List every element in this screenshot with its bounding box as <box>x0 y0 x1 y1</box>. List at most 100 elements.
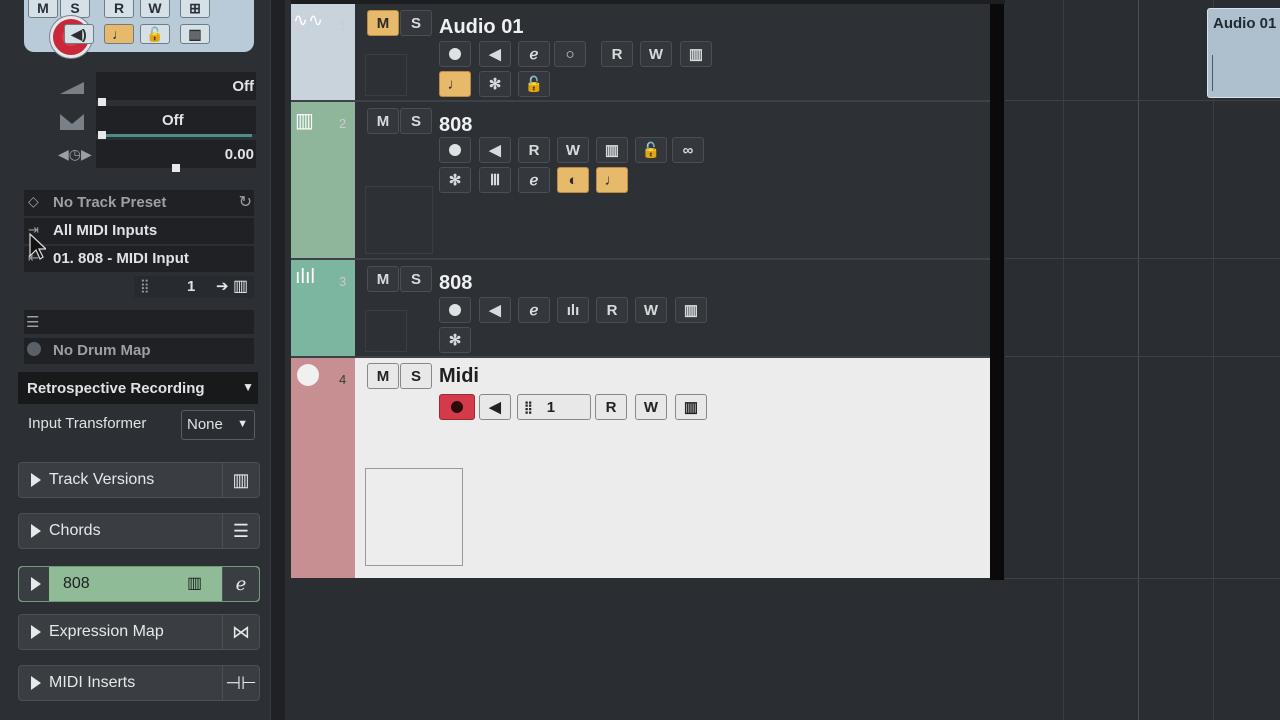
expand-triangle-icon[interactable] <box>31 676 41 690</box>
pan-slider-handle[interactable] <box>98 131 106 139</box>
edit-icon[interactable]: ℯ <box>518 297 550 323</box>
circle-icon[interactable]: ○ <box>554 41 586 67</box>
solo-button[interactable]: S <box>400 266 432 292</box>
record-enable-button[interactable] <box>439 297 471 323</box>
drum-map-field[interactable]: No Drum Map <box>24 338 254 364</box>
instrument-icon[interactable]: ▥ <box>187 573 202 593</box>
midi-inserts-icon[interactable]: ⊣⊢ <box>222 666 259 700</box>
edit-icon[interactable]: ℯ <box>518 41 550 67</box>
read-automation-button[interactable]: R <box>104 0 134 18</box>
monitor-icon[interactable]: ◀ <box>479 41 511 67</box>
record-enable-button[interactable] <box>439 137 471 163</box>
audio-event-clip[interactable]: Audio 01 <box>1207 8 1280 98</box>
freeze-icon[interactable]: ✻ <box>439 167 471 193</box>
lane-icon[interactable]: ▥ <box>675 394 707 420</box>
monitor-icon[interactable]: ◀ <box>479 394 511 420</box>
write-automation-button[interactable]: W <box>640 41 672 67</box>
instrument-icon[interactable]: ▥ <box>233 276 248 296</box>
midi-channel-selector[interactable]: ⣿ 1 <box>517 394 591 420</box>
refresh-icon[interactable]: ↻ <box>239 192 252 212</box>
timebase-note-icon[interactable]: ♩ <box>596 167 628 193</box>
write-automation-button[interactable]: W <box>635 394 667 420</box>
instrument-icon[interactable]: Ⅲ <box>479 167 511 193</box>
track-row-midi[interactable]: 4 M S Midi ◀ ⣿ 1 R W ▥ <box>291 358 1003 578</box>
mute-button[interactable]: M <box>367 108 399 134</box>
section-expression-map[interactable]: Expression Map ⋈ <box>18 614 260 650</box>
output-routing-field[interactable]: ⇤ 01. 808 - MIDI Input <box>24 246 254 272</box>
empty-track-area[interactable] <box>291 580 1005 720</box>
section-track-versions[interactable]: Track Versions ▥ <box>18 462 260 498</box>
solo-button[interactable]: S <box>400 363 432 389</box>
section-midi-inserts[interactable]: MIDI Inserts ⊣⊢ <box>18 665 260 701</box>
solo-button[interactable]: S <box>400 108 432 134</box>
track-preset-field[interactable]: ◇ No Track Preset ↻ <box>24 190 254 216</box>
lock-icon[interactable]: 🔓 <box>518 71 550 97</box>
section-808[interactable]: 808 ▥ ℯ <box>18 566 260 602</box>
edit-instrument-icon[interactable]: ℯ <box>222 567 259 601</box>
event-display[interactable]: Audio 01 <box>1005 0 1280 720</box>
volume-field[interactable]: Off <box>96 72 256 100</box>
monitor-icon[interactable]: ◀ <box>479 137 511 163</box>
write-automation-button[interactable]: W <box>635 297 667 323</box>
track-list-divider[interactable] <box>990 0 1004 580</box>
inspector-divider[interactable] <box>270 0 285 720</box>
instrument-edit-icon[interactable]: ◐ <box>557 167 589 193</box>
track-color-strip[interactable]: ∿∿ 1 <box>291 4 355 100</box>
timebase-note-icon[interactable]: ♩ <box>104 24 134 44</box>
track-name[interactable]: Audio 01 <box>439 16 523 39</box>
lock-icon[interactable]: 🔓 <box>140 24 170 44</box>
track-row-audio[interactable]: ∿∿ 1 M S Audio 01 ◀ ℯ ○ R W ▥ ♩ ✻ 🔓 <box>291 4 1003 102</box>
read-automation-button[interactable]: R <box>518 137 550 163</box>
section-chords[interactable]: Chords ☰ <box>18 513 260 549</box>
solo-button[interactable]: S <box>400 10 432 36</box>
track-name[interactable]: Midi <box>439 365 479 388</box>
timebase-note-icon[interactable]: ♩ <box>439 71 471 97</box>
edit-icon[interactable]: ℯ <box>518 167 550 193</box>
delay-slider-handle[interactable] <box>172 164 180 172</box>
read-automation-button[interactable]: R <box>595 394 627 420</box>
mute-button[interactable]: M <box>28 0 58 18</box>
record-enable-button[interactable] <box>439 394 475 420</box>
mute-button[interactable]: M <box>367 363 399 389</box>
input-routing-field[interactable]: ⇥ All MIDI Inputs <box>24 218 254 244</box>
expand-triangle-icon[interactable] <box>31 473 41 487</box>
lane-icon[interactable]: ▥ <box>680 41 712 67</box>
track-row-808-instrument[interactable]: ▥ 2 M S 808 ◀ R W ▥ 🔓 ∞ ✻ Ⅲ ℯ ◐ ♩ <box>291 102 1003 260</box>
chords-icon[interactable]: ☰ <box>222 514 259 548</box>
read-automation-button[interactable]: R <box>596 297 628 323</box>
write-automation-button[interactable]: W <box>140 0 170 18</box>
freeze-icon[interactable]: ✻ <box>439 327 471 353</box>
retrospective-recording-dropdown[interactable]: Retrospective Recording ▼ <box>18 372 258 404</box>
pan-field[interactable]: Off <box>96 106 256 134</box>
track-color-strip[interactable]: ▥ 2 <box>291 102 355 258</box>
lock-icon[interactable]: 🔓 <box>635 137 667 163</box>
write-automation-button[interactable]: W <box>557 137 589 163</box>
expression-map-icon[interactable]: ⋈ <box>222 615 259 649</box>
track-color-strip[interactable]: ılıl 3 <box>291 260 355 356</box>
lane-icon[interactable]: ▥ <box>180 24 210 44</box>
link-icon[interactable]: ∞ <box>672 137 704 163</box>
freeze-icon[interactable]: ✻ <box>479 71 511 97</box>
lane-icon[interactable]: ▥ <box>596 137 628 163</box>
track-name[interactable]: 808 <box>439 114 472 137</box>
track-color-strip[interactable]: 4 <box>291 358 355 578</box>
track-name[interactable]: 808 <box>439 272 472 295</box>
midi-channel-field[interactable]: ⣿ 1 ➔ ▥ <box>134 276 254 298</box>
freeze-icon[interactable]: ⊞ <box>180 0 210 18</box>
track-versions-icon[interactable]: ▥ <box>222 463 259 497</box>
expand-triangle-icon[interactable] <box>31 524 41 538</box>
mute-button[interactable]: M <box>367 266 399 292</box>
record-enable-button[interactable] <box>439 41 471 67</box>
list-field[interactable]: ☰ <box>24 310 254 334</box>
volume-slider-handle[interactable] <box>98 98 106 106</box>
expand-triangle-icon[interactable] <box>31 625 41 639</box>
monitor-icon[interactable]: ◀ <box>479 297 511 323</box>
drum-editor-icon[interactable]: ılı <box>557 297 589 323</box>
solo-button[interactable]: S <box>60 0 90 18</box>
read-automation-button[interactable]: R <box>601 41 633 67</box>
input-transformer-select[interactable]: None ▼ <box>181 410 255 440</box>
section-toggle[interactable] <box>19 567 49 601</box>
monitor-icon[interactable]: ◀) <box>64 24 94 44</box>
lane-icon[interactable]: ▥ <box>675 297 707 323</box>
mute-button[interactable]: M <box>367 10 399 36</box>
